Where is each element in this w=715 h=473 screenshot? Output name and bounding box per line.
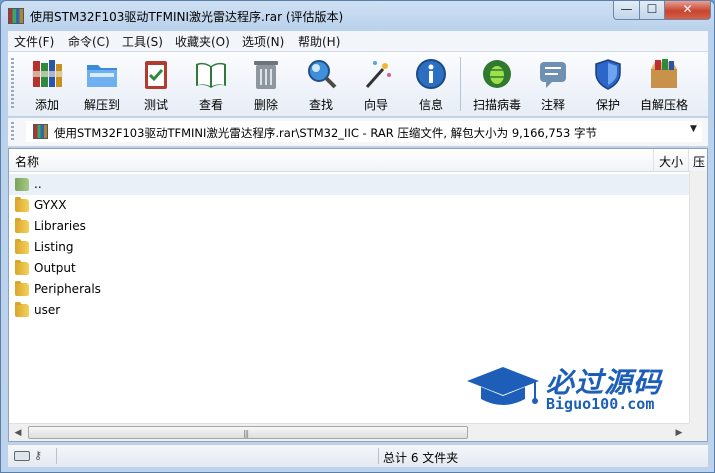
drive-icon[interactable] <box>14 451 30 461</box>
status-divider <box>56 448 57 464</box>
status-text: 总计 6 文件夹 <box>383 451 459 465</box>
comment-button[interactable]: 注释 <box>526 55 580 113</box>
row-name: GYXX <box>34 198 67 212</box>
row-name: Libraries <box>34 219 86 233</box>
row-name: .. <box>34 177 42 191</box>
horizontal-scroll-thumb[interactable]: ||| <box>28 426 468 439</box>
key-icon[interactable]: ⚷ <box>34 450 50 462</box>
toolbar: 添加 解压到 测试 查看 删除 查找 向导 信息 扫描病毒 注释 保护 自解压格 <box>8 52 708 116</box>
extract-to-button[interactable]: 解压到 <box>75 55 129 113</box>
app-window: 使用STM32F103驱动TFMINI激光雷达程序.rar (评估版本) — ☐… <box>0 0 715 473</box>
title-bar[interactable]: 使用STM32F103驱动TFMINI激光雷达程序.rar (评估版本) — ☐… <box>1 1 714 31</box>
column-packed[interactable]: 压 <box>693 153 705 170</box>
status-divider <box>378 448 379 464</box>
column-size[interactable]: 大小 <box>655 153 683 170</box>
trash-icon <box>254 61 278 89</box>
folder-icon <box>15 218 29 233</box>
menu-help[interactable]: 帮助(H) <box>298 33 340 50</box>
book-view-icon <box>196 62 226 88</box>
table-row[interactable]: Output <box>9 258 689 279</box>
table-row[interactable]: Libraries <box>9 216 689 237</box>
column-name[interactable]: 名称 <box>15 153 39 170</box>
scan-virus-button[interactable]: 扫描病毒 <box>470 55 524 113</box>
folder-icon <box>15 197 29 212</box>
table-row[interactable]: user <box>9 300 689 321</box>
column-header: 名称 大小 压 <box>9 149 707 172</box>
status-bar: ⚷ 总计 6 文件夹 <box>8 444 708 467</box>
column-divider[interactable] <box>688 149 689 171</box>
box-sfx-icon <box>651 59 677 88</box>
table-row[interactable]: Listing <box>9 237 689 258</box>
view-button[interactable]: 查看 <box>184 55 238 113</box>
close-button[interactable]: ✕ <box>664 1 711 20</box>
clipboard-test-icon <box>145 61 167 89</box>
window-title: 使用STM32F103驱动TFMINI激光雷达程序.rar (评估版本) <box>30 10 344 24</box>
folder-icon <box>15 260 29 275</box>
folder-icon <box>15 281 29 296</box>
delete-button[interactable]: 删除 <box>239 55 293 113</box>
minimize-button[interactable]: — <box>613 1 640 20</box>
scroll-grip: ||| <box>243 429 249 438</box>
row-name: Listing <box>34 240 74 254</box>
table-row[interactable]: GYXX <box>9 195 689 216</box>
vertical-scrollbar[interactable] <box>689 171 707 423</box>
table-row[interactable]: Peripherals <box>9 279 689 300</box>
sfx-button[interactable]: 自解压格 <box>637 55 691 113</box>
wizard-button[interactable]: 向导 <box>349 55 403 113</box>
folder-icon <box>15 302 29 317</box>
menu-file[interactable]: 文件(F) <box>14 33 54 50</box>
winrar-app-icon[interactable] <box>8 8 24 24</box>
info-icon <box>416 59 446 89</box>
menu-bar: 文件(F) 命令(C) 工具(S) 收藏夹(O) 选项(N) 帮助(H) <box>8 31 708 52</box>
rar-archive-icon <box>33 124 48 139</box>
menu-commands[interactable]: 命令(C) <box>68 33 110 50</box>
info-label: 信息 <box>418 98 443 112</box>
row-name: Output <box>34 261 76 275</box>
sfx-label: 自解压格 <box>639 98 688 112</box>
graduation-cap-icon <box>467 367 539 405</box>
comment-icon <box>540 62 566 88</box>
protect-button[interactable]: 保护 <box>581 55 635 113</box>
address-dropdown-icon[interactable]: ▼ <box>690 124 702 134</box>
bug-scan-icon <box>483 60 511 88</box>
magic-wand-icon <box>365 61 391 88</box>
address-path: 使用STM32F103驱动TFMINI激光雷达程序.rar\STM32_IIC … <box>54 126 598 140</box>
folder-extract-icon <box>87 65 117 87</box>
row-name: Peripherals <box>34 282 101 296</box>
shield-icon <box>595 59 621 90</box>
address-grip[interactable] <box>11 122 14 142</box>
menu-favorites[interactable]: 收藏夹(O) <box>175 33 230 50</box>
info-button[interactable]: 信息 <box>404 55 458 113</box>
parent-folder-icon <box>15 178 29 191</box>
table-row-parent[interactable]: .. <box>9 174 689 195</box>
toolbar-separator <box>460 57 461 111</box>
scroll-right-icon[interactable]: ▶ <box>671 425 687 441</box>
scrollbar-corner <box>689 423 707 441</box>
menu-options[interactable]: 选项(N) <box>242 33 284 50</box>
address-field[interactable]: 使用STM32F103驱动TFMINI激光雷达程序.rar\STM32_IIC … <box>26 121 702 142</box>
horizontal-scrollbar[interactable]: ◀ ||| ▶ <box>9 423 707 441</box>
address-bar: 使用STM32F103驱动TFMINI激光雷达程序.rar\STM32_IIC … <box>8 117 708 147</box>
menu-tools[interactable]: 工具(S) <box>122 33 163 50</box>
maximize-button[interactable]: ☐ <box>639 1 665 20</box>
test-button[interactable]: 测试 <box>129 55 183 113</box>
add-button[interactable]: 添加 <box>20 55 74 113</box>
row-name: user <box>34 303 61 317</box>
folder-icon <box>15 239 29 254</box>
find-button[interactable]: 查找 <box>294 55 348 113</box>
column-divider[interactable] <box>653 149 654 171</box>
books-add-icon <box>32 60 63 87</box>
watermark-url: Biguo100.com <box>546 395 655 413</box>
magnifier-icon <box>308 60 337 89</box>
scroll-left-icon[interactable]: ◀ <box>10 425 26 441</box>
